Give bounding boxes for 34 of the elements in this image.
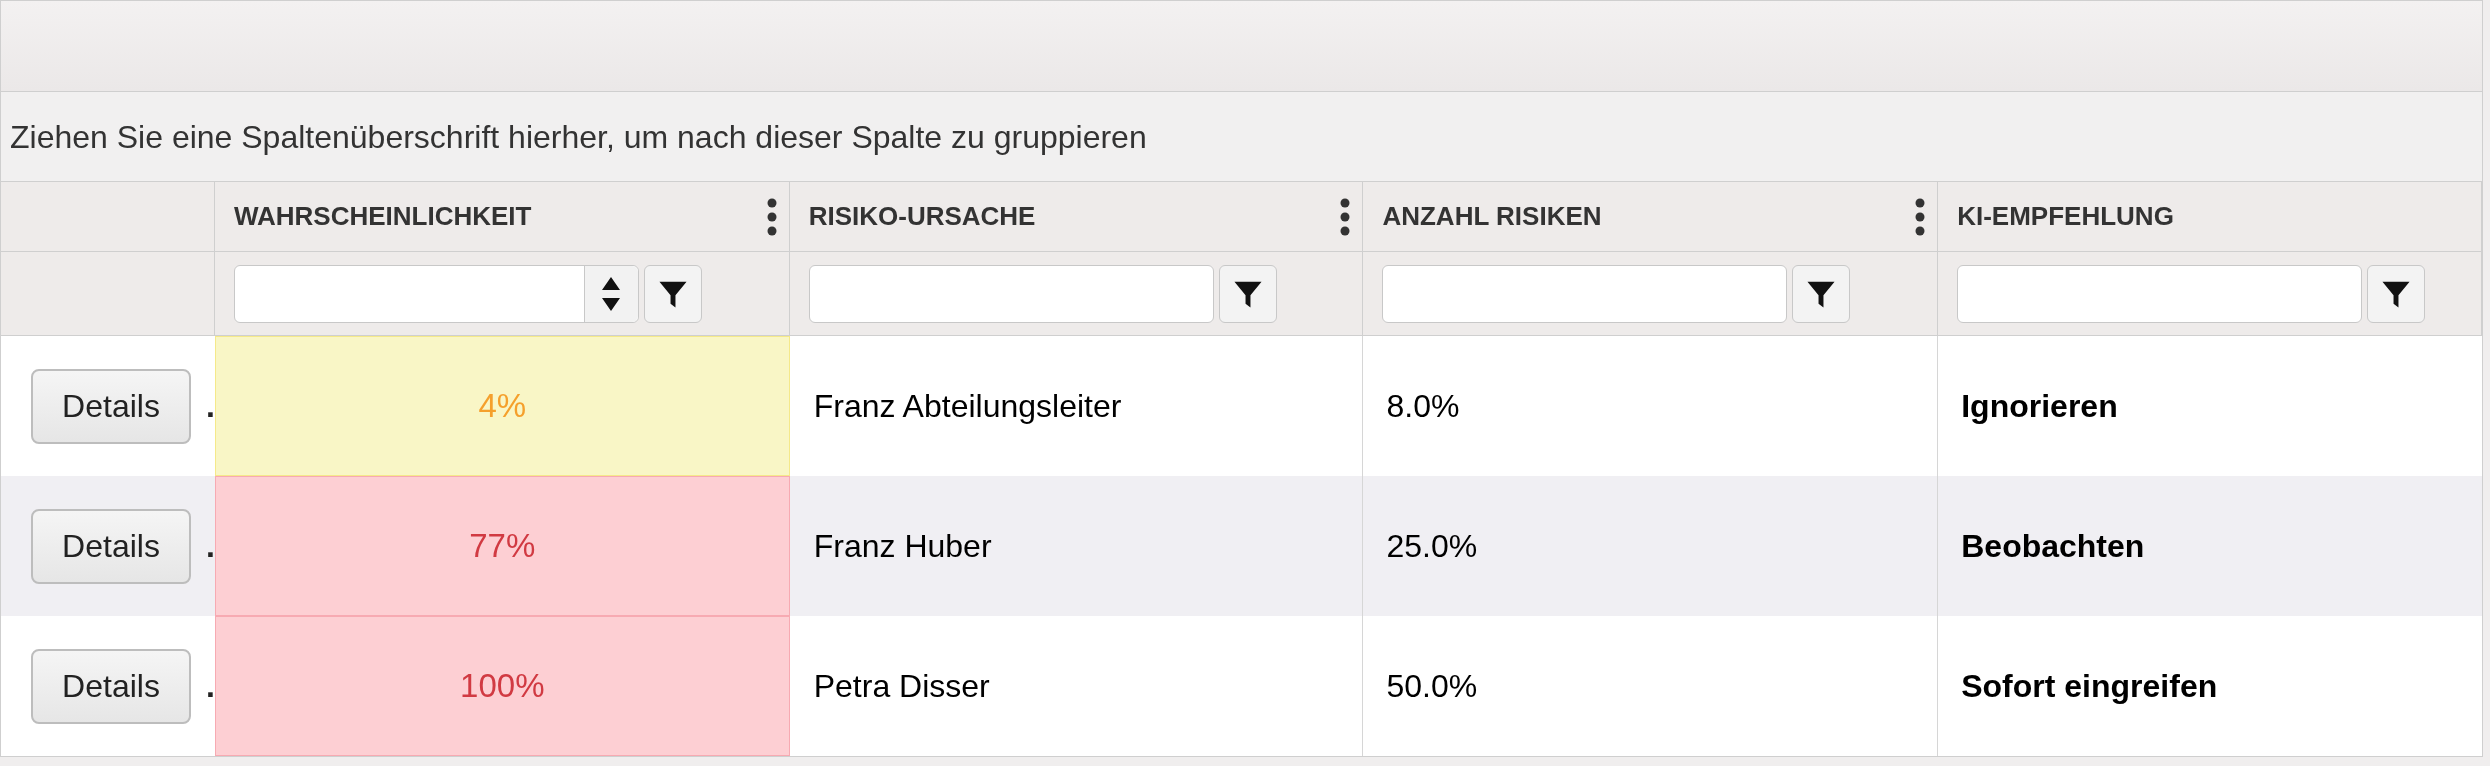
table-cell-text: Beobachten (1961, 527, 2145, 566)
filter-field[interactable] (1382, 264, 1788, 323)
filter-field[interactable] (1957, 264, 2363, 323)
probability-cell: 4% (214, 336, 790, 476)
table-cell-text: 50.0% (1386, 667, 1478, 706)
number-field[interactable] (233, 264, 639, 323)
filter-button[interactable] (1218, 264, 1277, 323)
column-header[interactable]: ANZAHL RISIKEN (1363, 182, 1939, 251)
table-cell-text: 25.0% (1386, 527, 1478, 566)
column-header[interactable]: WAHRSCHEINLICHKEIT (214, 182, 790, 251)
table-cell-text: 8.0% (1386, 387, 1460, 426)
column-header[interactable]: RISIKO-URSACHE (789, 182, 1364, 251)
table-cell-text: Ignorieren (1961, 387, 2118, 426)
table-cell-text: Franz Huber (813, 527, 992, 566)
group-panel-hint: Ziehen Sie eine Spaltenüberschrift hierher, um nach dieser Spalte zu gruppieren (10, 117, 1147, 157)
filter-button[interactable] (643, 264, 702, 323)
dot-marker: . (206, 527, 215, 566)
dot-marker: . (206, 387, 215, 426)
details-button[interactable]: Details (31, 508, 191, 584)
filter-field[interactable] (808, 264, 1214, 323)
dot-marker: . (206, 667, 215, 706)
details-button[interactable]: Details (31, 648, 191, 724)
more-icon[interactable] (1340, 197, 1351, 236)
table-cell-text: Franz Abteilungsleiter (813, 387, 1122, 426)
table-cell-text: Sofort eingreifen (1961, 667, 2218, 706)
filter-button[interactable] (2367, 264, 2426, 323)
details-button[interactable]: Details (31, 368, 191, 444)
more-icon[interactable] (766, 197, 777, 236)
probability-cell: 77% (214, 476, 790, 616)
probability-cell: 100% (214, 616, 790, 756)
table-cell-text: Petra Disser (813, 667, 990, 706)
more-icon[interactable] (1915, 197, 1926, 236)
filter-button[interactable] (1792, 264, 1851, 323)
column-header[interactable]: KI-EMPFEHLUNG (1938, 182, 2482, 251)
